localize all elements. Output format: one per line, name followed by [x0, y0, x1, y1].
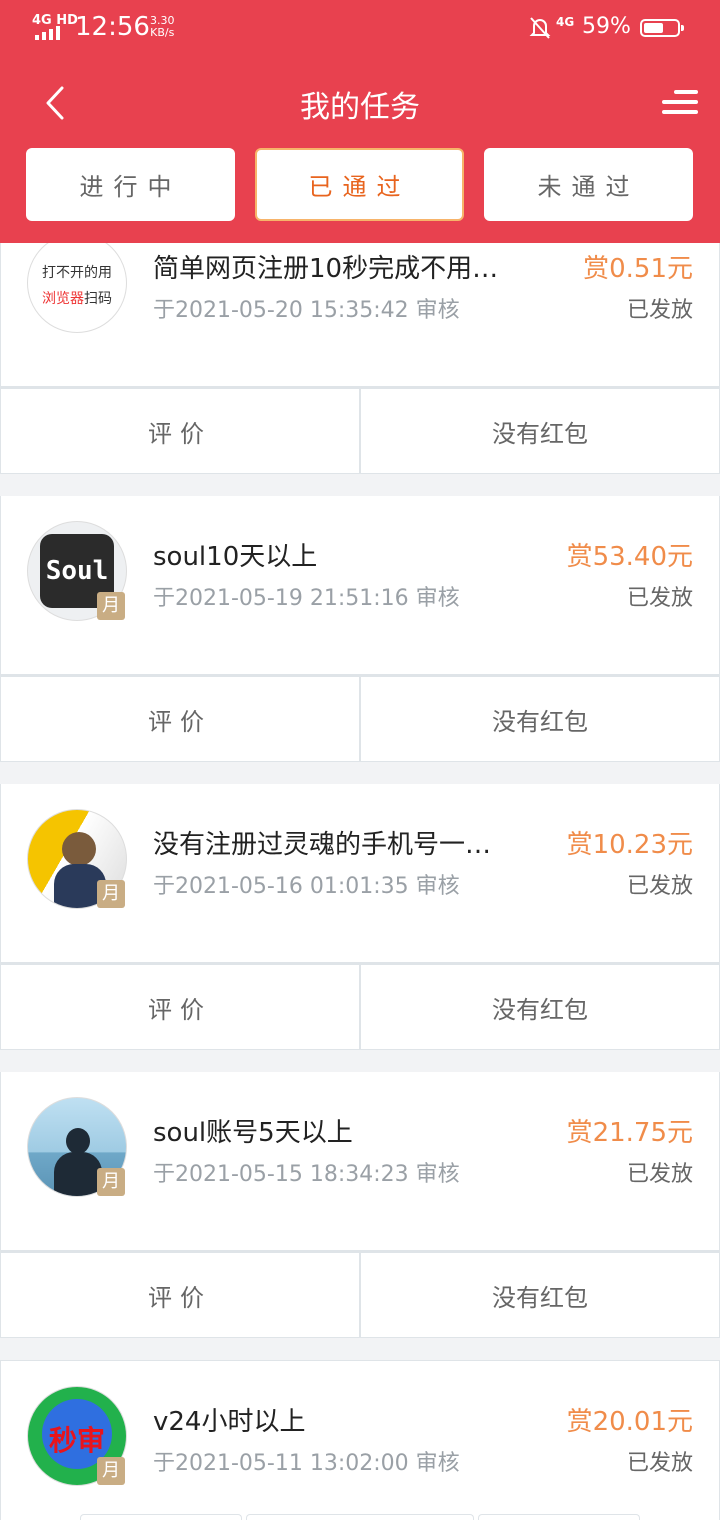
task-name: soul10天以上 [153, 542, 318, 572]
clock: 12:56 [75, 12, 150, 42]
battery-icon [640, 19, 684, 37]
task-avatar: 打不开的用 浏览器扫码 [27, 243, 127, 333]
app-header: 4G HD 12:56 3.30 KB/s 4G 59% 我的任务 进行中 已通… [0, 0, 720, 243]
task-status: 已发放 [626, 874, 693, 899]
signal-icon [35, 24, 65, 40]
task-status: 已发放 [626, 1451, 693, 1476]
task-review-date: 于2021-05-20 15:35:42 审核 [153, 298, 460, 323]
task-reward: 赏0.51元 [583, 254, 693, 284]
rate-button[interactable]: 评价 [0, 388, 360, 474]
task-actions: 评价 没有红包 [0, 388, 720, 474]
task-card: 月 soul账号5天以上 于2021-05-15 18:34:23 审核 赏21… [0, 1072, 720, 1338]
month-badge: 月 [97, 1168, 125, 1196]
no-red-packet-button[interactable]: 没有红包 [360, 388, 720, 474]
task-actions: 评价 没有红包 [0, 1252, 720, 1338]
network-speed: 3.30 KB/s [150, 14, 175, 39]
task-name: 没有注册过灵魂的手机号一… [153, 830, 492, 860]
action-button-partial[interactable] [478, 1514, 640, 1520]
rate-button[interactable]: 评价 [0, 1252, 360, 1338]
task-status: 已发放 [626, 1162, 693, 1187]
task-name: v24小时以上 [153, 1407, 306, 1437]
task-name: soul账号5天以上 [153, 1118, 353, 1148]
task-card[interactable]: 秒审 月 v24小时以上 于2021-05-11 13:02:00 审核 赏20… [0, 1360, 720, 1520]
task-review-date: 于2021-05-19 21:51:16 审核 [153, 586, 460, 611]
task-reward: 赏21.75元 [566, 1118, 693, 1148]
task-card-main[interactable]: 月 没有注册过灵魂的手机号一… 于2021-05-16 01:01:35 审核 … [0, 784, 720, 964]
month-badge: 月 [97, 592, 125, 620]
task-review-date: 于2021-05-16 01:01:35 审核 [153, 874, 460, 899]
action-button-partial[interactable] [246, 1514, 474, 1520]
battery-percent: 59% [582, 14, 631, 39]
task-card: Soul 月 soul10天以上 于2021-05-19 21:51:16 审核… [0, 496, 720, 762]
menu-icon[interactable] [662, 90, 698, 116]
tab-rejected[interactable]: 未通过 [484, 148, 693, 221]
task-card-main[interactable]: Soul 月 soul10天以上 于2021-05-19 21:51:16 审核… [0, 496, 720, 676]
task-reward: 赏20.01元 [566, 1407, 693, 1437]
tab-bar: 进行中 已通过 未通过 [0, 148, 720, 222]
rate-button[interactable]: 评价 [0, 676, 360, 762]
page-title: 我的任务 [300, 90, 420, 125]
bell-muted-icon [529, 17, 551, 39]
task-review-date: 于2021-05-15 18:34:23 审核 [153, 1162, 460, 1187]
month-badge: 月 [97, 1457, 125, 1485]
task-name: 简单网页注册10秒完成不用下载 [153, 254, 523, 284]
task-review-date: 于2021-05-11 13:02:00 审核 [153, 1451, 460, 1476]
action-button-partial[interactable] [80, 1514, 242, 1520]
task-actions: 评价 没有红包 [0, 964, 720, 1050]
task-status: 已发放 [626, 298, 693, 323]
task-list: 打不开的用 浏览器扫码 简单网页注册10秒完成不用下载 于2021-05-20 … [0, 243, 720, 1520]
no-red-packet-button[interactable]: 没有红包 [360, 1252, 720, 1338]
task-reward: 赏53.40元 [566, 542, 693, 572]
task-card: 月 没有注册过灵魂的手机号一… 于2021-05-16 01:01:35 审核 … [0, 784, 720, 1050]
task-reward: 赏10.23元 [566, 830, 693, 860]
no-red-packet-button[interactable]: 没有红包 [360, 676, 720, 762]
task-actions: 评价 没有红包 [0, 676, 720, 762]
task-card-main[interactable]: 月 soul账号5天以上 于2021-05-15 18:34:23 审核 赏21… [0, 1072, 720, 1252]
tab-in-progress[interactable]: 进行中 [26, 148, 235, 221]
status-bar: 4G HD 12:56 3.30 KB/s 4G 59% [0, 0, 720, 58]
month-badge: 月 [97, 880, 125, 908]
no-red-packet-button[interactable]: 没有红包 [360, 964, 720, 1050]
task-card-main[interactable]: 打不开的用 浏览器扫码 简单网页注册10秒完成不用下载 于2021-05-20 … [0, 243, 720, 388]
task-status: 已发放 [626, 586, 693, 611]
task-card: 打不开的用 浏览器扫码 简单网页注册10秒完成不用下载 于2021-05-20 … [0, 243, 720, 474]
rate-button[interactable]: 评价 [0, 964, 360, 1050]
signal-4g: 4G [556, 15, 575, 29]
tab-approved[interactable]: 已通过 [255, 148, 464, 221]
